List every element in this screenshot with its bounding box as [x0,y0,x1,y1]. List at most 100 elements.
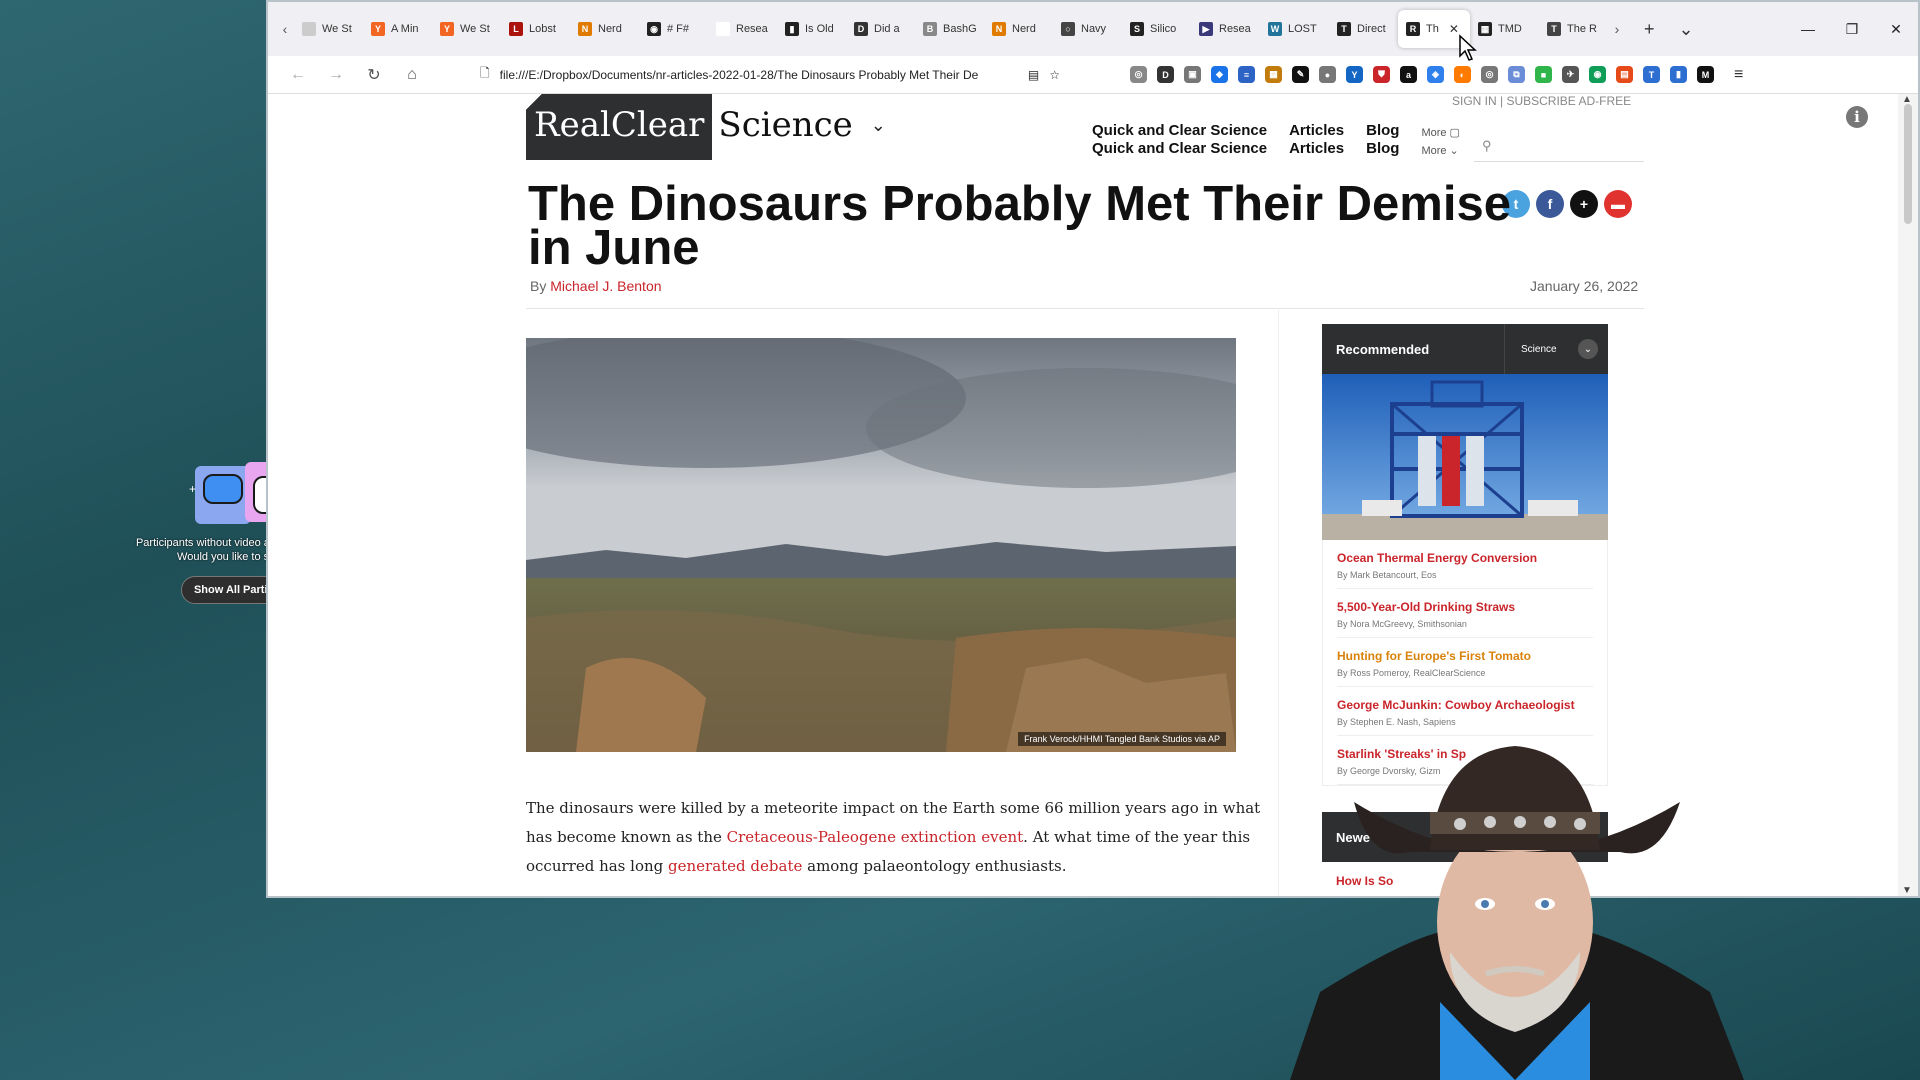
extension-icon[interactable]: ◈ [1427,66,1444,83]
extension-icon[interactable]: D [1157,66,1174,83]
scroll-down-icon[interactable]: ▼ [1902,885,1912,896]
share-plus-icon[interactable]: + [1570,190,1598,218]
tab-favicon-icon: B [923,22,937,36]
section-chevron-down-icon[interactable]: ⌄ [871,115,886,136]
extension-icon[interactable]: ≡ [1238,66,1255,83]
minimize-icon[interactable]: — [1786,2,1830,56]
search-icon: ⚲ [1482,138,1492,153]
tab-favicon-icon: Y [371,22,385,36]
recommended-item-title[interactable]: Ocean Thermal Energy Conversion [1337,550,1593,566]
tab-label: Did a [874,23,900,35]
restore-icon[interactable]: ❐ [1830,2,1874,56]
bookmark-star-icon[interactable]: ☆ [1049,68,1060,82]
tab-scroll-right-icon[interactable]: › [1608,21,1626,37]
tab[interactable]: Y We St [432,10,501,48]
tab[interactable]: T Direct [1329,10,1398,48]
recommended-item[interactable]: Ocean Thermal Energy Conversion By Mark B… [1337,540,1593,589]
tab-label: LOST [1288,23,1317,35]
nav-blog[interactable]: Blog Blog [1366,122,1399,160]
extension-icon[interactable]: a [1400,66,1417,83]
extension-icon[interactable]: ⧉ [1508,66,1525,83]
page-scrollbar[interactable]: ▲ ▼ [1898,94,1918,896]
extension-icon[interactable]: ⛊ [1373,66,1390,83]
category-select[interactable]: Science ⌄ [1504,324,1608,374]
generated-debate-link[interactable]: generated debate [668,857,802,875]
tab-favicon-icon: ○ [1061,22,1075,36]
nav-articles[interactable]: Articles Articles [1289,122,1344,160]
site-logo[interactable]: RealClear Science ⌄ [526,94,886,160]
extension-icon[interactable]: ▦ [1265,66,1282,83]
tab[interactable]: ○ Navy [1053,10,1122,48]
tab[interactable]: B BashG [915,10,984,48]
extension-icon[interactable]: ◐ [1454,66,1471,83]
author-link[interactable]: Michael J. Benton [550,278,661,294]
extension-icon[interactable]: ◆ [1211,66,1228,83]
tab[interactable]: N Nerd [984,10,1053,48]
scrollbar-thumb[interactable] [1904,104,1912,224]
tab-list-chevron-icon[interactable]: ⌄ [1679,19,1694,40]
tab[interactable]: ▶ Resea [1191,10,1260,48]
recommended-item[interactable]: Hunting for Europe's First Tomato By Ross… [1337,638,1593,687]
tab-favicon-icon: ▦ [1478,22,1492,36]
extension-icon[interactable]: Y [1346,66,1363,83]
tab-favicon-icon: S [1130,22,1144,36]
tab[interactable]: S Silico [1122,10,1191,48]
recommended-item-title[interactable]: George McJunkin: Cowboy Archaeologist [1337,697,1593,713]
tab[interactable]: Y A Min [363,10,432,48]
comment-icon[interactable]: ▬ [1604,190,1632,218]
info-icon[interactable]: i [1846,106,1868,128]
article-body: The dinosaurs were killed by a meteorite… [526,794,1266,881]
back-arrow-icon[interactable]: ← [282,66,314,84]
nav-more[interactable]: More ▢ More ⌄ [1421,124,1460,160]
extension-icon[interactable]: ◎ [1481,66,1498,83]
nav-label: Blog [1366,122,1400,139]
tab[interactable]: N Nerd [570,10,639,48]
extension-icon[interactable]: ■ [1535,66,1552,83]
extension-icon[interactable]: ▣ [1184,66,1201,83]
tab-label: We St [322,23,352,35]
new-tab-icon[interactable]: + [1644,19,1655,40]
tab-scroll-left-icon[interactable]: ‹ [276,21,294,37]
byline-prefix: By [530,278,551,294]
extension-icon[interactable]: ✎ [1292,66,1309,83]
extension-icon[interactable]: ◉ [1589,66,1606,83]
recommended-item-title[interactable]: Hunting for Europe's First Tomato [1337,648,1593,664]
forward-arrow-icon[interactable]: → [320,66,352,84]
tab[interactable]: ▮ Is Old [777,10,846,48]
recommended-item[interactable]: 5,500-Year-Old Drinking Straws By Nora Mc… [1337,589,1593,638]
tab[interactable]: We St [294,10,363,48]
tab[interactable]: T The R [1539,10,1608,48]
tab[interactable]: ▦ TMD [1470,10,1539,48]
close-window-icon[interactable]: ✕ [1874,2,1918,56]
menu-icon[interactable]: ≡ [1734,66,1743,84]
tab[interactable]: W LOST [1260,10,1329,48]
extension-icon[interactable]: ▤ [1616,66,1633,83]
kpg-extinction-link[interactable]: Cretaceous-Paleogene extinction event [727,828,1024,846]
tab-bar: ‹ We St Y A Min Y We St L Lobst N Nerd ◉ # F# Resea… [268,2,1918,56]
extension-icon[interactable]: ● [1319,66,1336,83]
tab[interactable]: D Did a [846,10,915,48]
extension-icon[interactable]: T [1643,66,1660,83]
tab-favicon-icon: R [1406,22,1420,36]
extension-icon[interactable]: ◎ [1130,66,1147,83]
nav-label: Blog [1366,140,1400,157]
extension-icon[interactable]: ▮ [1670,66,1687,83]
reader-view-icon[interactable]: ▤ [1028,68,1039,82]
reload-icon[interactable]: ↻ [358,65,390,85]
address-bar[interactable]: 🗋 file:///E:/Dropbox/Documents/nr-articl… [470,60,1070,90]
recommended-item[interactable]: George McJunkin: Cowboy Archaeologist By … [1337,687,1593,736]
tab[interactable]: L Lobst [501,10,570,48]
home-icon[interactable]: ⌂ [396,66,428,84]
facebook-icon[interactable]: f [1536,190,1564,218]
site-search-input[interactable]: ⚲ [1474,138,1644,162]
recommended-item-title[interactable]: 5,500-Year-Old Drinking Straws [1337,599,1593,615]
recommended-feature-image[interactable] [1322,374,1608,540]
tab[interactable]: Resea [708,10,777,48]
main-navigation: Quick and Clear Science Quick and Clear … [1092,122,1460,160]
extension-icon[interactable]: M [1697,66,1714,83]
account-links[interactable]: SIGN IN | SUBSCRIBE AD-FREE [1452,94,1631,108]
recommended-item-byline: By Nora McGreevy, Smithsonian [1337,619,1467,629]
nav-quick-and-clear[interactable]: Quick and Clear Science Quick and Clear … [1092,122,1267,160]
tab[interactable]: ◉ # F# [639,10,708,48]
extension-icon[interactable]: ✈ [1562,66,1579,83]
